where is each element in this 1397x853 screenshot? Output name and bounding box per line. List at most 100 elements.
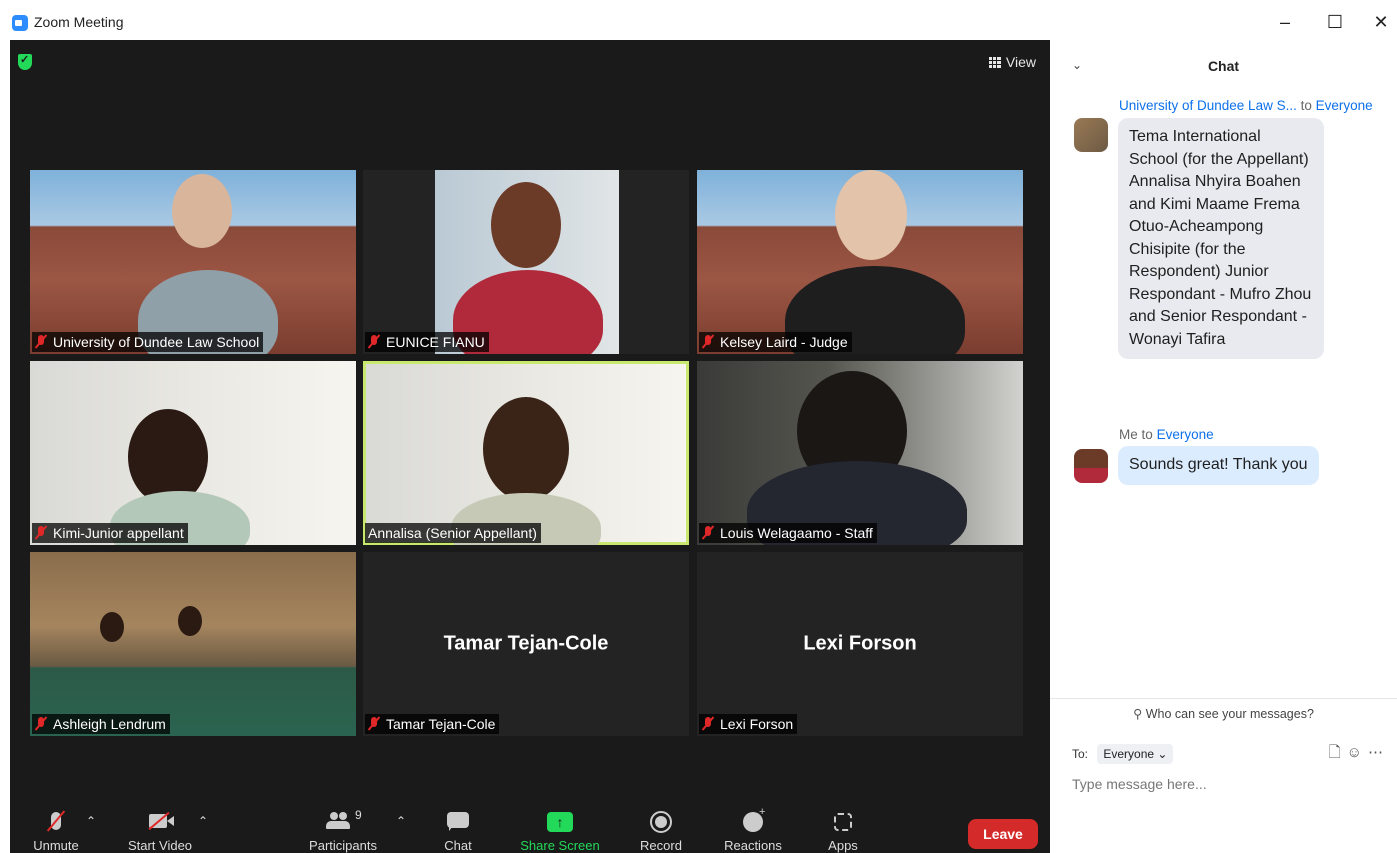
title-bar: Zoom Meeting – ☐ ✕ <box>0 0 1397 40</box>
chevron-down-icon: ⌄ <box>1157 747 1168 761</box>
recipient-selector: To: Everyone ⌄ <box>1072 744 1174 764</box>
participants-icon: 9 <box>308 800 378 830</box>
window-title: Zoom Meeting <box>34 14 124 30</box>
reactions-label: Reactions <box>724 838 782 853</box>
chat-label: Chat <box>444 838 472 853</box>
leave-button[interactable]: Leave <box>968 819 1038 849</box>
start-video-label: Start Video <box>127 838 193 853</box>
muted-mic-icon <box>35 335 47 349</box>
participants-count: 9 <box>355 808 362 822</box>
muted-mic-icon <box>35 526 47 540</box>
share-screen-button[interactable]: ↑ Share Screen <box>518 800 602 853</box>
participant-display-name: Lexi Forson <box>803 632 917 655</box>
participant-name: Kelsey Laird - Judge <box>720 334 848 350</box>
participant-name-label: Lexi Forson <box>699 714 798 734</box>
participant-name: University of Dundee Law School <box>53 334 260 350</box>
apps-label: Apps <box>828 838 858 853</box>
video-tile[interactable]: Louis Welagaamo - Staff <box>697 361 1023 545</box>
video-tile[interactable]: Kelsey Laird - Judge <box>697 170 1023 354</box>
zoom-app-icon <box>12 15 28 31</box>
meeting-toolbar: Unmute ⌃ Start Video ⌃ 9 Participants ⌃ <box>10 800 1050 853</box>
share-screen-icon: ↑ <box>518 800 602 832</box>
reactions-smiley-icon: + <box>718 800 788 832</box>
participant-name: Kimi-Junior appellant <box>53 525 184 541</box>
recipient-dropdown[interactable]: Everyone ⌄ <box>1097 744 1174 764</box>
participant-head <box>483 397 569 501</box>
record-label: Record <box>640 838 682 853</box>
maximize-button[interactable]: ☐ <box>1319 8 1351 36</box>
reactions-button[interactable]: + Reactions <box>718 800 788 853</box>
video-tile[interactable]: EUNICE FIANU <box>363 170 689 354</box>
to-label: To: <box>1072 747 1089 761</box>
participant-video <box>172 174 232 248</box>
participants-label: Participants <box>309 838 377 853</box>
who-can-see-label: Who can see your messages? <box>1145 707 1314 721</box>
participant-name: Ashleigh Lendrum <box>53 716 166 732</box>
emoji-icon[interactable]: ☺ <box>1347 744 1368 761</box>
participant-name-label: EUNICE FIANU <box>365 332 489 352</box>
muted-mic-icon <box>368 717 380 731</box>
participant-name-label: Tamar Tejan-Cole <box>365 714 500 734</box>
participant-name: Louis Welagaamo - Staff <box>720 525 873 541</box>
who-can-see-link[interactable]: ⚲ Who can see your messages? <box>1050 706 1397 721</box>
participants-options-chevron-icon[interactable]: ⌃ <box>396 814 406 828</box>
avatar <box>1074 449 1108 483</box>
video-tile[interactable]: Ashleigh Lendrum <box>30 552 356 736</box>
participant-name-label: Louis Welagaamo - Staff <box>699 523 877 543</box>
message-sender-line: Me to Everyone <box>1119 427 1214 442</box>
sender-name[interactable]: University of Dundee Law S... <box>1119 98 1297 113</box>
muted-mic-icon <box>28 800 84 832</box>
participant-video <box>435 170 619 354</box>
video-tile-no-video[interactable]: Lexi Forson Lexi Forson <box>697 552 1023 736</box>
encryption-shield-icon[interactable] <box>18 53 32 70</box>
meeting-area: View University of Dundee Law School EUN… <box>10 40 1050 853</box>
view-button[interactable]: View <box>988 54 1036 70</box>
close-button[interactable]: ✕ <box>1365 8 1397 36</box>
recipient-name[interactable]: Everyone <box>1157 427 1214 442</box>
chat-message-bubble[interactable]: Tema International School (for the Appel… <box>1118 118 1324 359</box>
participant-name: Tamar Tejan-Cole <box>386 716 496 732</box>
divider <box>1050 698 1397 699</box>
video-tile[interactable]: Kimi-Junior appellant <box>30 361 356 545</box>
video-tile-active-speaker[interactable]: Annalisa (Senior Appellant) <box>363 361 689 545</box>
apps-icon <box>818 800 868 831</box>
file-icon[interactable]: 🗋 <box>1329 744 1347 761</box>
recipient-name[interactable]: Everyone <box>1316 98 1373 113</box>
muted-mic-icon <box>702 335 714 349</box>
participant-name: EUNICE FIANU <box>386 334 485 350</box>
muted-mic-icon <box>35 717 47 731</box>
minimize-button[interactable]: – <box>1269 8 1301 36</box>
chat-message-bubble[interactable]: Sounds great! Thank you <box>1118 446 1319 485</box>
to-word: to <box>1300 98 1312 113</box>
message-input[interactable]: Type message here... <box>1072 776 1207 792</box>
video-tile-no-video[interactable]: Tamar Tejan-Cole Tamar Tejan-Cole <box>363 552 689 736</box>
chat-bubble-icon <box>438 800 478 831</box>
record-button[interactable]: Record <box>634 800 688 853</box>
to-word: to <box>1141 427 1153 442</box>
participants-button[interactable]: 9 Participants <box>308 800 378 853</box>
participant-name-label: University of Dundee Law School <box>32 332 264 352</box>
video-options-chevron-icon[interactable]: ⌃ <box>198 814 208 828</box>
participant-name-label: Kimi-Junior appellant <box>32 523 188 543</box>
apps-button[interactable]: Apps <box>818 800 868 853</box>
more-icon[interactable]: ⋯ <box>1368 744 1389 761</box>
chat-title: Chat <box>1207 58 1240 74</box>
person-lock-icon: ⚲ <box>1133 707 1143 721</box>
participant-name: Annalisa (Senior Appellant) <box>368 525 537 541</box>
chat-button[interactable]: Chat <box>438 800 478 853</box>
unmute-button[interactable]: Unmute <box>28 800 84 853</box>
start-video-button[interactable]: Start Video <box>122 800 198 853</box>
sender-name: Me <box>1119 427 1138 442</box>
audio-options-chevron-icon[interactable]: ⌃ <box>86 814 96 828</box>
participant-name: Lexi Forson <box>720 716 794 732</box>
video-tile[interactable]: University of Dundee Law School <box>30 170 356 354</box>
muted-mic-icon <box>702 717 714 731</box>
participant-name-label: Annalisa (Senior Appellant) <box>365 523 541 543</box>
participant-head <box>100 612 124 642</box>
chat-header: ⌄ Chat <box>1050 40 1397 90</box>
unmute-label: Unmute <box>33 838 79 853</box>
muted-mic-icon <box>702 526 714 540</box>
recipient-value: Everyone <box>1103 747 1155 761</box>
participant-head <box>835 170 907 260</box>
participant-head <box>178 606 202 636</box>
